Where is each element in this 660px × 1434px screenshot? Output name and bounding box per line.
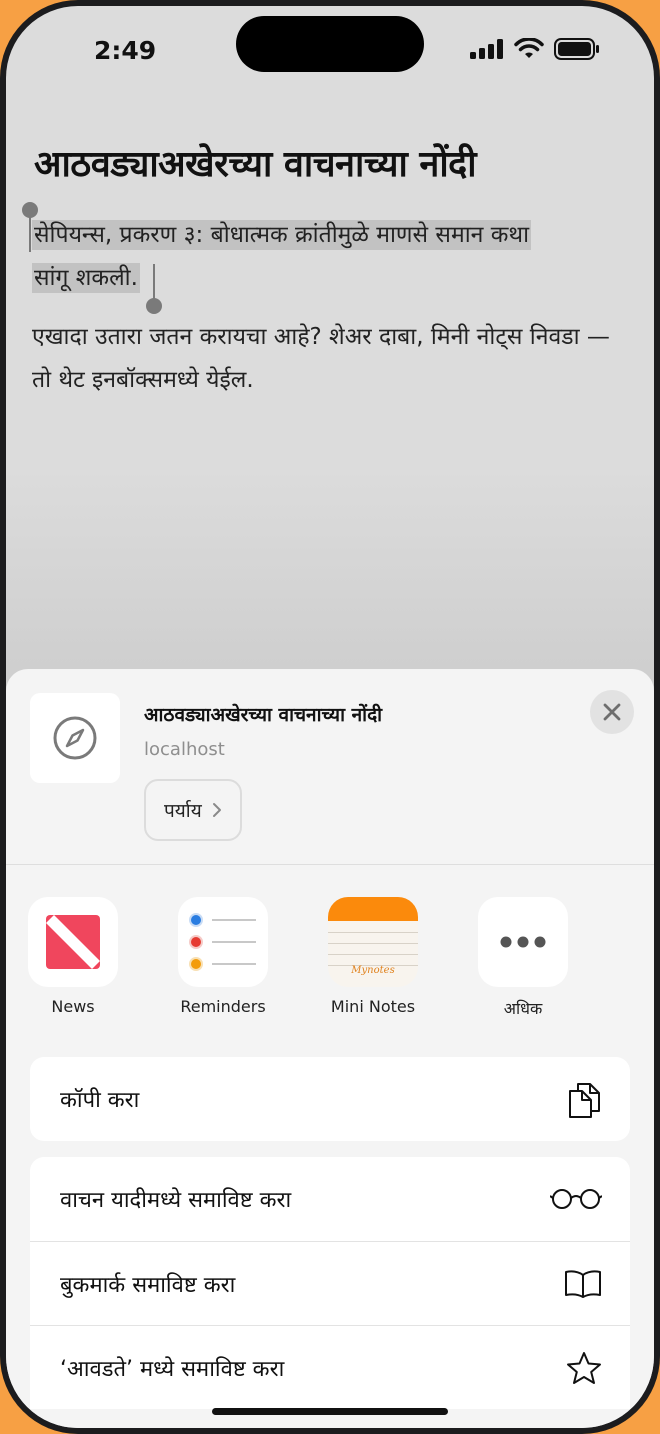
app-reminders[interactable]: Reminders <box>158 897 288 1016</box>
options-label: पर्याय <box>164 800 202 822</box>
chevron-right-icon <box>212 803 221 817</box>
status-time: 2:49 <box>94 36 157 65</box>
mini-notes-app-icon: Mynotes <box>328 897 418 987</box>
copy-icon <box>569 1083 600 1118</box>
app-row: News Reminders Mynotes Mini Notes अधिक <box>6 897 654 1027</box>
glasses-icon <box>550 1189 602 1209</box>
dynamic-island <box>236 16 424 72</box>
selection-handle-start-bar <box>29 212 31 252</box>
divider <box>6 864 654 865</box>
reading-list-label: वाचन यादीमध्ये समाविष्ट करा <box>60 1188 292 1213</box>
selection-handle-start[interactable] <box>22 202 38 218</box>
page-heading: आठवड्याअखेरच्या वाचनाच्या नोंदी <box>34 144 477 185</box>
book-icon <box>565 1269 601 1298</box>
status-icons <box>470 38 600 60</box>
home-indicator[interactable] <box>212 1408 448 1415</box>
star-icon <box>567 1351 601 1384</box>
copy-action-group: कॉपी करा <box>30 1057 630 1141</box>
actions-group: वाचन यादीमध्ये समाविष्ट करा बुकमार्क समा… <box>30 1157 630 1409</box>
cellular-signal-icon <box>470 39 503 59</box>
share-sheet: आठवड्याअखेरच्या वाचनाच्या नोंदी localhos… <box>6 669 654 1428</box>
selection-line-1: सेपियन्स, प्रकरण ३: बोधात्मक क्रांतीमुळे… <box>32 220 532 250</box>
wifi-icon <box>514 38 544 58</box>
app-label: Mini Notes <box>330 997 416 1016</box>
mini-notes-badge: Mynotes <box>351 965 395 976</box>
share-page-title: आठवड्याअखेरच्या वाचनाच्या नोंदी <box>144 704 383 726</box>
copy-action[interactable]: कॉपी करा <box>30 1057 630 1141</box>
app-label: News <box>51 997 95 1016</box>
add-to-favorites-action[interactable]: ‘आवडते’ मध्ये समाविष्ट करा <box>30 1325 630 1409</box>
news-app-icon <box>28 897 118 987</box>
battery-icon <box>554 38 599 60</box>
favorites-label: ‘आवडते’ मध्ये समाविष्ट करा <box>60 1356 285 1382</box>
add-bookmark-action[interactable]: बुकमार्क समाविष्ट करा <box>30 1241 630 1325</box>
selected-text[interactable]: सेपियन्स, प्रकरण ३: बोधात्मक क्रांतीमुळे… <box>32 214 618 300</box>
app-news[interactable]: News <box>8 897 138 1016</box>
body-text: एखादा उतारा जतन करायचा आहे? शेअर दाबा, म… <box>32 324 610 393</box>
app-mini-notes[interactable]: Mynotes Mini Notes <box>308 897 438 1016</box>
options-button[interactable]: पर्याय <box>144 779 242 841</box>
selection-handle-end-bar <box>153 264 155 302</box>
app-more[interactable]: अधिक <box>458 897 588 1019</box>
copy-action-label: कॉपी करा <box>60 1088 140 1113</box>
bookmark-label: बुकमार्क समाविष्ट करा <box>60 1272 236 1298</box>
close-icon <box>603 703 621 721</box>
add-to-reading-list-action[interactable]: वाचन यादीमध्ये समाविष्ट करा <box>30 1157 630 1241</box>
phone-frame: 2:49 आठवड्याअखेरच्या वाचनाच्या नोंदी सेप… <box>0 0 660 1434</box>
app-label: Reminders <box>180 997 266 1016</box>
close-button[interactable] <box>590 690 634 734</box>
more-icon <box>500 936 546 948</box>
selection-handle-end[interactable] <box>146 298 162 314</box>
more-app-icon <box>478 897 568 987</box>
reminders-app-icon <box>178 897 268 987</box>
page-thumbnail <box>30 693 120 783</box>
compass-icon <box>53 716 97 760</box>
reminders-icon <box>189 913 256 971</box>
share-page-host: localhost <box>144 739 225 760</box>
screen: 2:49 आठवड्याअखेरच्या वाचनाच्या नोंदी सेप… <box>6 6 654 1428</box>
news-icon <box>46 915 100 969</box>
selection-line-2: सांगू शकली. <box>32 263 140 293</box>
app-label: अधिक <box>503 999 543 1018</box>
